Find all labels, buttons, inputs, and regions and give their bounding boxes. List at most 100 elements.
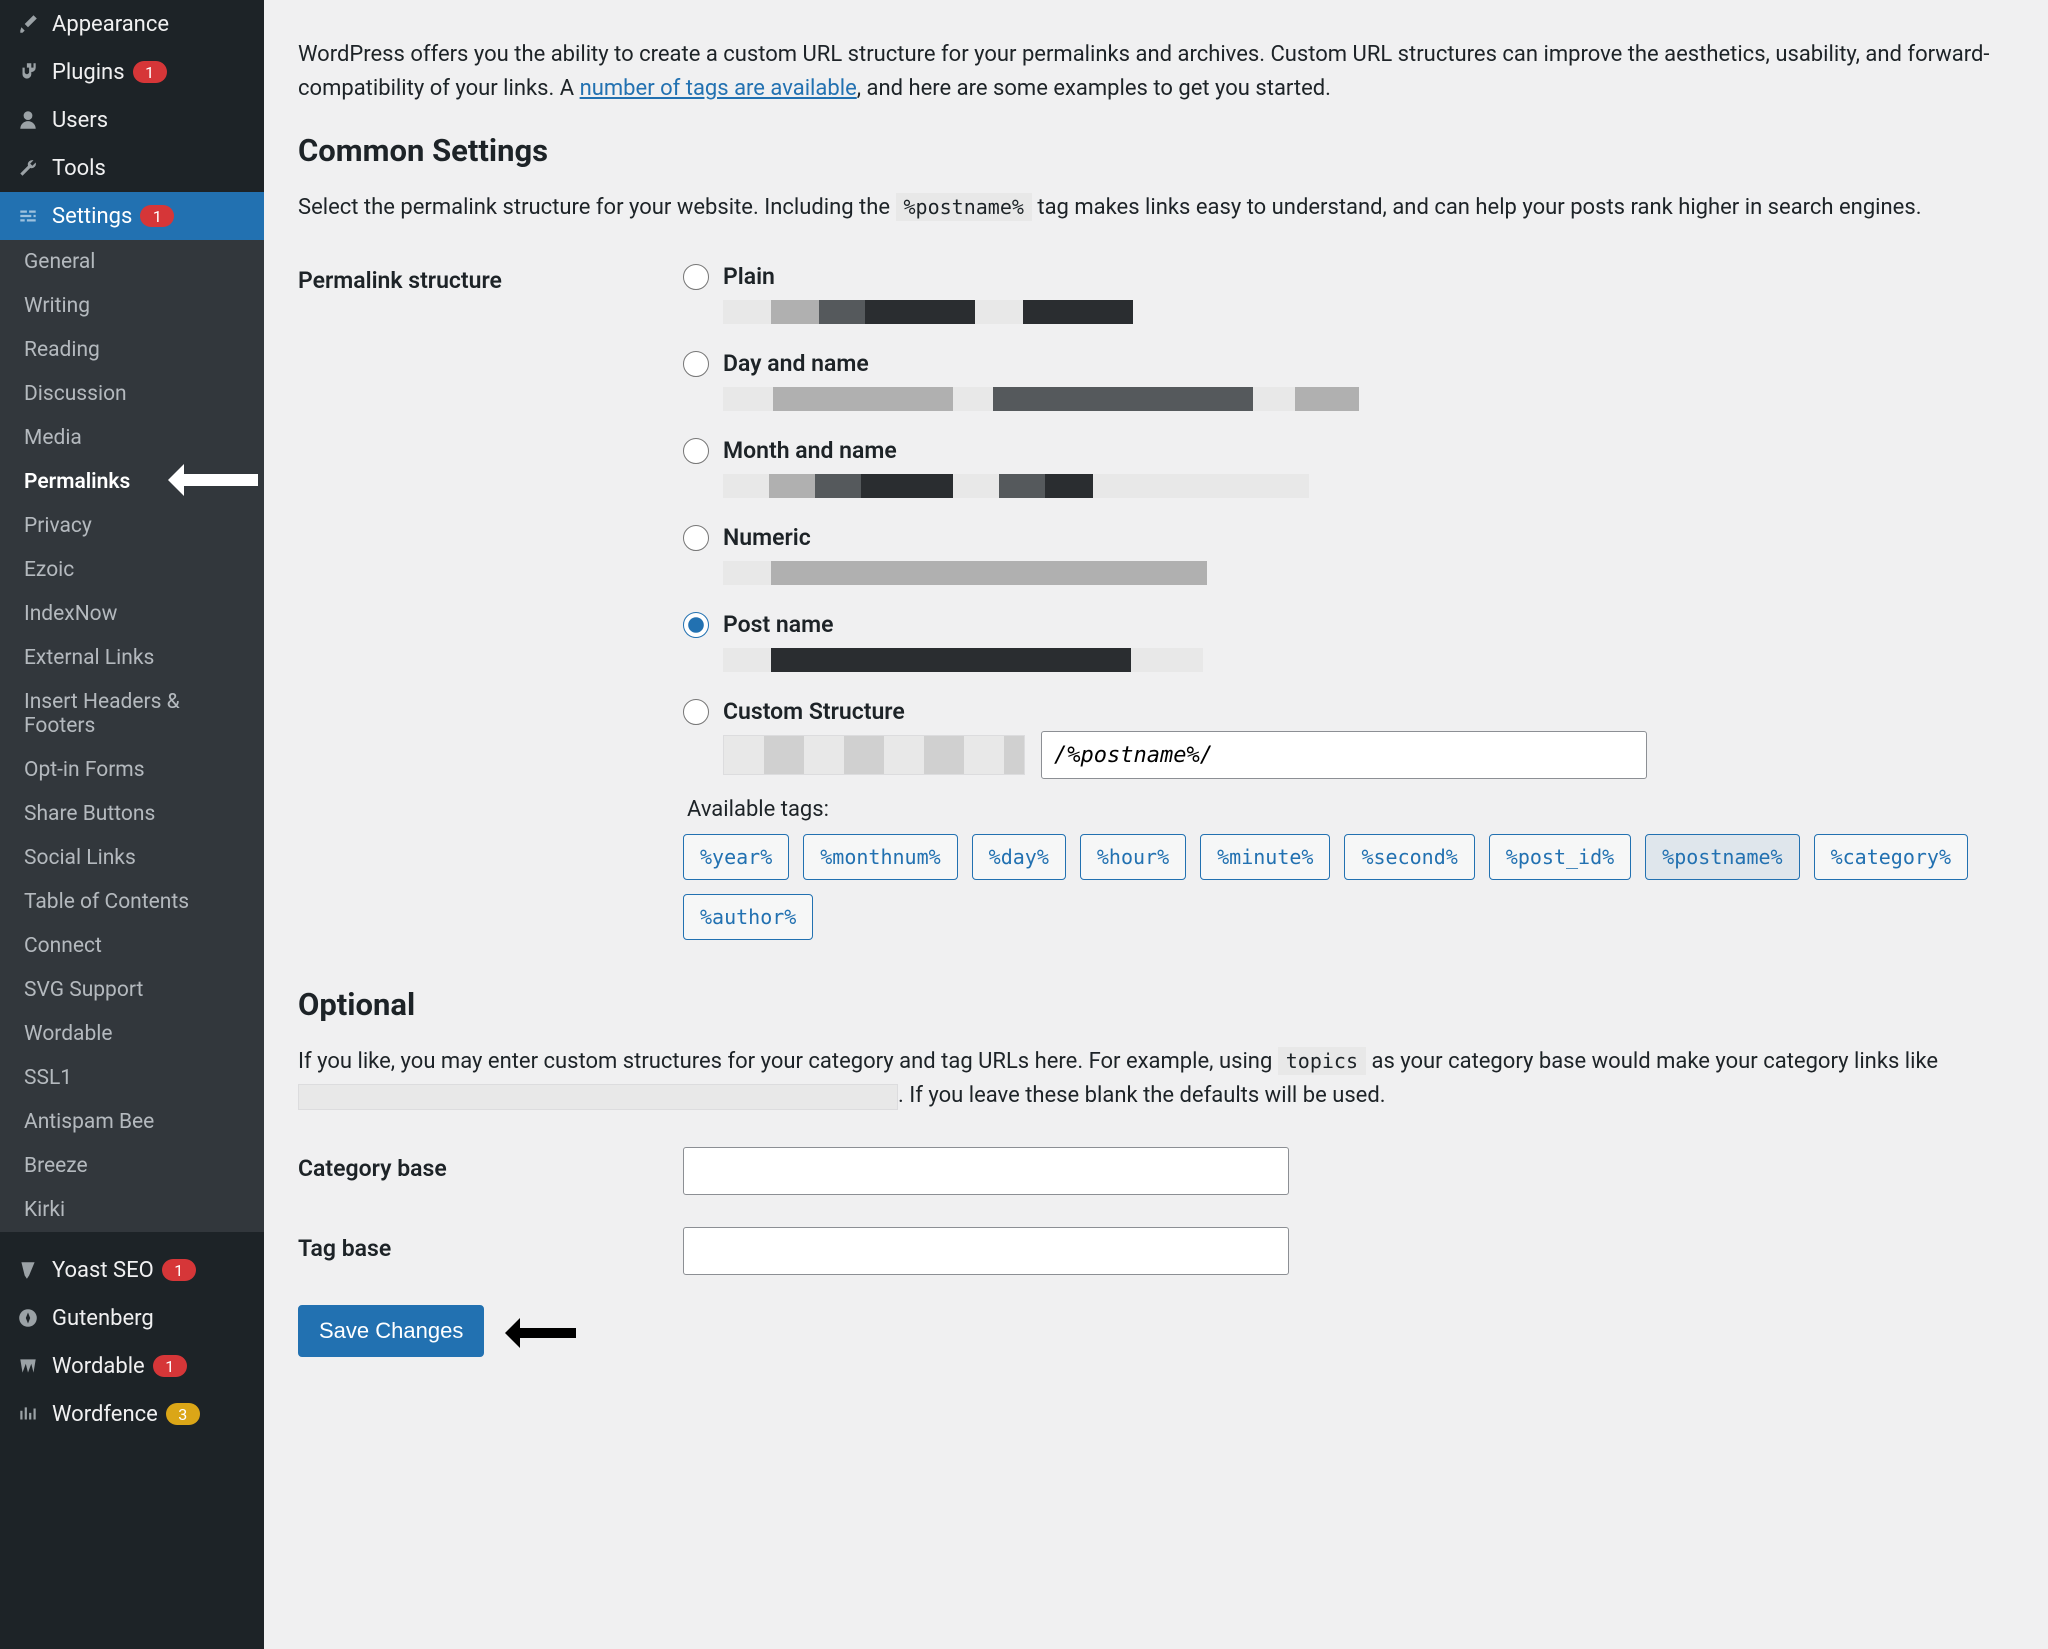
submenu-item-media[interactable]: Media <box>0 416 264 460</box>
submenu-item-label: Wordable <box>24 1022 113 1046</box>
tag-button-hour[interactable]: %hour% <box>1080 834 1186 880</box>
submenu-item-share-buttons[interactable]: Share Buttons <box>0 792 264 836</box>
opt-pre: If you like, you may enter custom struct… <box>298 1049 1278 1074</box>
menu-badge: 1 <box>133 61 167 83</box>
radio-label-post-name[interactable]: Post name <box>723 611 833 638</box>
submenu-item-antispam-bee[interactable]: Antispam Bee <box>0 1100 264 1144</box>
submenu-item-label: Share Buttons <box>24 802 155 826</box>
custom-structure-input[interactable] <box>1041 731 1647 779</box>
submenu-item-svg-support[interactable]: SVG Support <box>0 968 264 1012</box>
menu-item-label: Appearance <box>52 12 169 37</box>
submenu-item-social-links[interactable]: Social Links <box>0 836 264 880</box>
submenu-item-writing[interactable]: Writing <box>0 284 264 328</box>
menu-item-gutenberg[interactable]: Gutenberg <box>0 1294 264 1342</box>
radio-label-day-name[interactable]: Day and name <box>723 350 869 377</box>
submenu-item-reading[interactable]: Reading <box>0 328 264 372</box>
submenu-item-indexnow[interactable]: IndexNow <box>0 592 264 636</box>
menu-item-users[interactable]: Users <box>0 96 264 144</box>
example-url-day-name <box>723 387 2014 411</box>
submenu-item-external-links[interactable]: External Links <box>0 636 264 680</box>
submenu-item-insert-headers-footers[interactable]: Insert Headers & Footers <box>0 680 264 748</box>
submenu-item-label: External Links <box>24 646 154 670</box>
submenu-item-label: Discussion <box>24 382 127 406</box>
menu-item-appearance[interactable]: Appearance <box>0 0 264 48</box>
menu-item-settings[interactable]: Settings 1 <box>0 192 264 240</box>
tag-button-second[interactable]: %second% <box>1344 834 1474 880</box>
radio-label-plain[interactable]: Plain <box>723 263 775 290</box>
submenu-item-connect[interactable]: Connect <box>0 924 264 968</box>
radio-label-custom[interactable]: Custom Structure <box>723 698 905 725</box>
submenu-item-label: IndexNow <box>24 602 117 626</box>
submenu-item-label: Privacy <box>24 514 92 538</box>
submenu-item-label: Antispam Bee <box>24 1110 154 1134</box>
menu-badge: 1 <box>153 1355 187 1377</box>
submenu-item-ezoic[interactable]: Ezoic <box>0 548 264 592</box>
submenu-item-label: SSL <box>24 1066 60 1090</box>
radio-custom[interactable] <box>683 699 709 725</box>
submenu-item-label: Connect <box>24 934 102 958</box>
blurred-domain <box>723 735 1025 775</box>
submenu-item-wordable[interactable]: Wordable <box>0 1012 264 1056</box>
tag-button-monthnum[interactable]: %monthnum% <box>803 834 957 880</box>
submenu-item-label: SVG Support <box>24 978 143 1002</box>
submenu-item-label: Writing <box>24 294 90 318</box>
radio-plain[interactable] <box>683 264 709 290</box>
tag-button-category[interactable]: %category% <box>1814 834 1968 880</box>
tags-available-link[interactable]: number of tags are available <box>580 76 857 101</box>
submenu-item-label: Ezoic <box>24 558 74 582</box>
wordfence-icon <box>14 1400 42 1428</box>
submenu-item-general[interactable]: General <box>0 240 264 284</box>
intro-text-2: , and here are some examples to get you … <box>857 76 1331 101</box>
common-settings-heading: Common Settings <box>298 132 2014 169</box>
radio-numeric[interactable] <box>683 525 709 551</box>
page-content: WordPress offers you the ability to crea… <box>264 0 2048 1649</box>
submenu-item-label: Breeze <box>24 1154 88 1178</box>
permalink-structure-label: Permalink structure <box>298 247 683 960</box>
submenu-item-permalinks[interactable]: Permalinks <box>0 460 264 504</box>
menu-item-wordfence[interactable]: Wordfence3 <box>0 1390 264 1438</box>
menu-item-label: Tools <box>52 156 106 181</box>
menu-item-label: Yoast SEO <box>52 1258 154 1283</box>
tag-button-post_id[interactable]: %post_id% <box>1489 834 1631 880</box>
tag-button-author[interactable]: %author% <box>683 894 813 940</box>
tag-button-postname[interactable]: %postname% <box>1645 834 1799 880</box>
radio-month-name[interactable] <box>683 438 709 464</box>
submenu-item-label: Social Links <box>24 846 136 870</box>
radio-day-name[interactable] <box>683 351 709 377</box>
optional-heading: Optional <box>298 986 2014 1023</box>
tag-button-year[interactable]: %year% <box>683 834 789 880</box>
menu-item-tools[interactable]: Tools <box>0 144 264 192</box>
radio-post-name[interactable] <box>683 612 709 638</box>
submenu-item-discussion[interactable]: Discussion <box>0 372 264 416</box>
submenu-item-ssl[interactable]: SSL1 <box>0 1056 264 1100</box>
submenu-item-breeze[interactable]: Breeze <box>0 1144 264 1188</box>
menu-item-wordable[interactable]: Wordable 1 <box>0 1342 264 1390</box>
wordable-icon <box>14 1352 42 1380</box>
submenu-item-opt-in-forms[interactable]: Opt-in Forms <box>0 748 264 792</box>
menu-badge: 1 <box>140 205 174 227</box>
menu-item-label: Wordable <box>52 1354 145 1379</box>
brush-icon <box>14 10 42 38</box>
submenu-item-table-of-contents[interactable]: Table of Contents <box>0 880 264 924</box>
menu-item-yoast-seo[interactable]: Yoast SEO1 <box>0 1246 264 1294</box>
submenu-item-label: Opt-in Forms <box>24 758 145 782</box>
category-base-input[interactable] <box>683 1147 1289 1195</box>
submenu-item-privacy[interactable]: Privacy <box>0 504 264 548</box>
tag-base-input[interactable] <box>683 1227 1289 1275</box>
submenu-item-kirki[interactable]: Kirki <box>0 1188 264 1232</box>
save-changes-button[interactable]: Save Changes <box>298 1305 484 1357</box>
intro-paragraph: WordPress offers you the ability to crea… <box>298 38 2014 106</box>
tag-base-label: Tag base <box>298 1215 683 1295</box>
gutenberg-icon <box>14 1304 42 1332</box>
example-url-month-name <box>723 474 2014 498</box>
menu-item-plugins[interactable]: Plugins1 <box>0 48 264 96</box>
postname-code: %postname% <box>896 193 1032 221</box>
radio-label-numeric[interactable]: Numeric <box>723 524 811 551</box>
menu-item-label: Settings <box>52 204 132 229</box>
radio-label-month-name[interactable]: Month and name <box>723 437 897 464</box>
category-base-label: Category base <box>298 1135 683 1215</box>
tag-button-day[interactable]: %day% <box>972 834 1066 880</box>
submenu-item-label: Media <box>24 426 82 450</box>
tag-button-minute[interactable]: %minute% <box>1200 834 1330 880</box>
blurred-url-example <box>298 1084 898 1110</box>
